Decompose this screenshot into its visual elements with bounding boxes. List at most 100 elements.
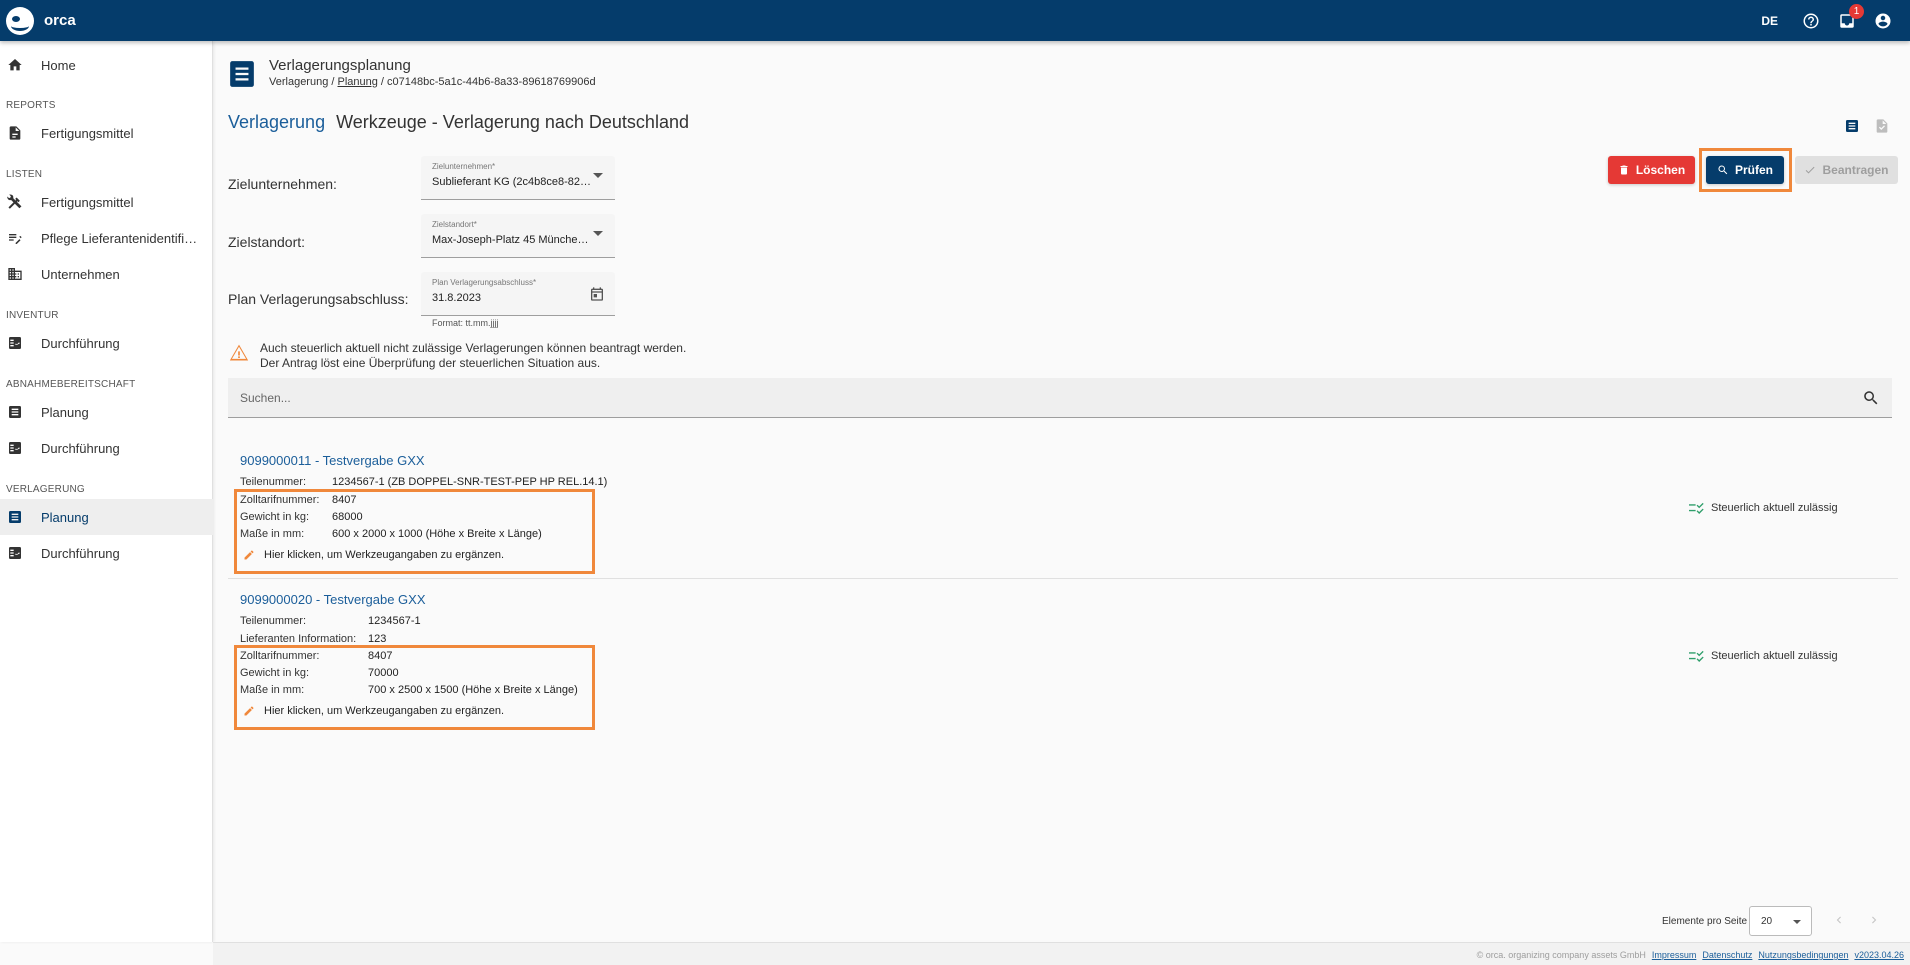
- inbox-icon[interactable]: 1: [1838, 3, 1864, 30]
- sidebar-item-pflege[interactable]: Pflege Lieferantenidentifik...: [0, 220, 213, 256]
- supplier-info-label: Lieferanten Information:: [240, 633, 357, 645]
- edit-tool-data-link[interactable]: Hier klicken, um Werkzeugangaben zu ergä…: [243, 549, 504, 561]
- page-size-select[interactable]: 20: [1749, 906, 1812, 936]
- page-size-label: Elemente pro Seite: [1662, 916, 1748, 927]
- document-check-icon[interactable]: [1874, 118, 1892, 136]
- version-link[interactable]: v2023.04.26: [1854, 950, 1904, 960]
- list-view-icon[interactable]: [1844, 118, 1862, 136]
- sidebar-item-label: Planung: [41, 404, 89, 420]
- sidebar: Home REPORTS Fertigungsmittel LISTEN Fer…: [0, 41, 213, 942]
- sidebar-item-label: Home: [41, 57, 76, 73]
- section-abnahmebereitschaft: ABNAHMEBEREITSCHAFT: [6, 379, 136, 390]
- list-icon: [229, 60, 255, 88]
- tools-icon: [7, 194, 23, 210]
- breadcrumb-id: c07148bc-5a1c-44b6-8a33-89618769906d: [387, 76, 596, 88]
- target-location-label: Zielstandort:: [228, 234, 306, 250]
- pencil-icon: [244, 550, 254, 560]
- weight-value: 68000: [332, 511, 363, 523]
- breadcrumb-root: Verlagerung: [269, 76, 329, 88]
- plan-date-field[interactable]: Plan Verlagerungsabschluss* 31.8.2023: [421, 272, 615, 316]
- impressum-link[interactable]: Impressum: [1652, 950, 1697, 960]
- rule-check-icon: [1689, 650, 1704, 662]
- weight-label: Gewicht in kg:: [240, 511, 310, 523]
- field-floating-label: Zielunternehmen*: [432, 162, 496, 171]
- previous-page-icon[interactable]: [1832, 913, 1846, 927]
- search-input[interactable]: [240, 388, 1740, 408]
- sidebar-item-verlagerung-durchfuehrung[interactable]: Durchführung: [0, 535, 213, 571]
- page-size-value: 20: [1761, 916, 1773, 927]
- brand-name: orca: [44, 12, 76, 29]
- sidebar-item-label: Durchführung: [41, 545, 120, 561]
- part-number-label: Teilenummer:: [240, 476, 307, 488]
- tax-status: Steuerlich aktuell zulässig: [1689, 502, 1838, 514]
- warning-line: Der Antrag löst eine Überprüfung der ste…: [260, 356, 601, 370]
- sidebar-item-label: Planung: [41, 509, 89, 525]
- tariff-number-value: 8407: [332, 494, 357, 506]
- sidebar-item-label: Fertigungsmittel: [41, 125, 134, 141]
- copyright: © orca. organizing company assets GmbH: [1476, 950, 1646, 960]
- part-number-value: 1234567-1 (ZB DOPPEL-SNR-TEST-PEP HP REL…: [332, 476, 608, 488]
- tax-status: Steuerlich aktuell zulässig: [1689, 650, 1838, 662]
- search-bar: [228, 378, 1892, 418]
- calendar-icon[interactable]: [589, 286, 605, 302]
- sidebar-item-label: Fertigungsmittel: [41, 194, 134, 210]
- top-app-bar: orca DE 1: [0, 0, 1910, 41]
- warning-message: Auch steuerlich aktuell nicht zulässige …: [260, 341, 686, 371]
- warning-icon: [229, 343, 249, 363]
- orca-logo-icon[interactable]: [6, 6, 34, 35]
- sidebar-item-verlagerung-planung[interactable]: Planung: [0, 499, 213, 535]
- chevron-down-icon: [1793, 920, 1801, 924]
- target-company-label: Zielunternehmen:: [228, 176, 337, 192]
- view-toggle: [1832, 118, 1892, 136]
- help-icon[interactable]: [1802, 12, 1820, 30]
- terms-link[interactable]: Nutzungsbedingungen: [1758, 950, 1848, 960]
- sidebar-item-label: Durchführung: [41, 335, 120, 351]
- field-floating-label: Zielstandort*: [432, 220, 477, 229]
- account-icon[interactable]: [1874, 12, 1892, 30]
- weight-value: 70000: [368, 667, 399, 679]
- sidebar-item-reports-fertigungsmittel[interactable]: Fertigungsmittel: [0, 115, 213, 151]
- sidebar-item-label: Durchführung: [41, 440, 120, 456]
- checklist-icon: [7, 440, 23, 456]
- checklist-icon: [7, 545, 23, 561]
- supplier-info-value: 123: [368, 633, 387, 645]
- search-icon[interactable]: [1862, 389, 1880, 407]
- sidebar-item-inventur-durchfuehrung[interactable]: Durchführung: [0, 325, 213, 361]
- tariff-number-label: Zolltarifnummer:: [240, 494, 320, 506]
- sidebar-item-abnahme-durchfuehrung[interactable]: Durchführung: [0, 430, 213, 466]
- breadcrumb: Verlagerung / Planung / c07148bc-5a1c-44…: [269, 76, 596, 88]
- check-icon: [1806, 166, 1815, 174]
- sidebar-item-listen-fertigungsmittel[interactable]: Fertigungsmittel: [0, 184, 213, 220]
- item-divider: [228, 578, 1898, 579]
- target-company-select[interactable]: Zielunternehmen* Sublieferant KG (2c4b8c…: [421, 156, 615, 200]
- edit-tool-data-link[interactable]: Hier klicken, um Werkzeugangaben zu ergä…: [243, 705, 504, 717]
- sidebar-item-abnahme-planung[interactable]: Planung: [0, 394, 213, 430]
- pencil-icon: [244, 706, 254, 716]
- language-switch[interactable]: DE: [1761, 14, 1778, 28]
- section-reports: REPORTS: [6, 100, 56, 111]
- list-icon: [7, 404, 23, 420]
- sidebar-item-home[interactable]: Home: [0, 47, 213, 83]
- section-verlagerung: VERLAGERUNG: [6, 484, 85, 495]
- apply-button[interactable]: Beantragen: [1795, 156, 1898, 184]
- delete-button[interactable]: Löschen: [1608, 156, 1695, 184]
- next-page-icon[interactable]: [1867, 913, 1881, 927]
- target-location-select[interactable]: Zielstandort* Max-Joseph-Platz 45 Münche…: [421, 214, 615, 258]
- building-icon: [7, 266, 23, 282]
- item-title[interactable]: 9099000020 - Testvergabe GXX: [240, 592, 426, 607]
- warning-line: Auch steuerlich aktuell nicht zulässige …: [260, 341, 687, 355]
- privacy-link[interactable]: Datenschutz: [1702, 950, 1752, 960]
- item-title[interactable]: 9099000011 - Testvergabe GXX: [240, 453, 425, 468]
- check-button[interactable]: Prüfen: [1706, 156, 1784, 184]
- heading-title: Werkzeuge - Verlagerung nach Deutschland: [336, 112, 689, 132]
- breadcrumb-link-planung[interactable]: Planung: [338, 76, 378, 88]
- apply-button-label: Beantragen: [1822, 163, 1889, 177]
- check-button-label: Prüfen: [1734, 163, 1773, 177]
- section-listen: LISTEN: [6, 169, 43, 180]
- report-icon: [7, 125, 23, 141]
- section-inventur: INVENTUR: [6, 310, 59, 321]
- chevron-down-icon: [593, 231, 603, 236]
- sidebar-item-unternehmen[interactable]: Unternehmen: [0, 256, 213, 292]
- tax-status-label: Steuerlich aktuell zulässig: [1711, 502, 1838, 514]
- checklist-icon: [7, 335, 23, 351]
